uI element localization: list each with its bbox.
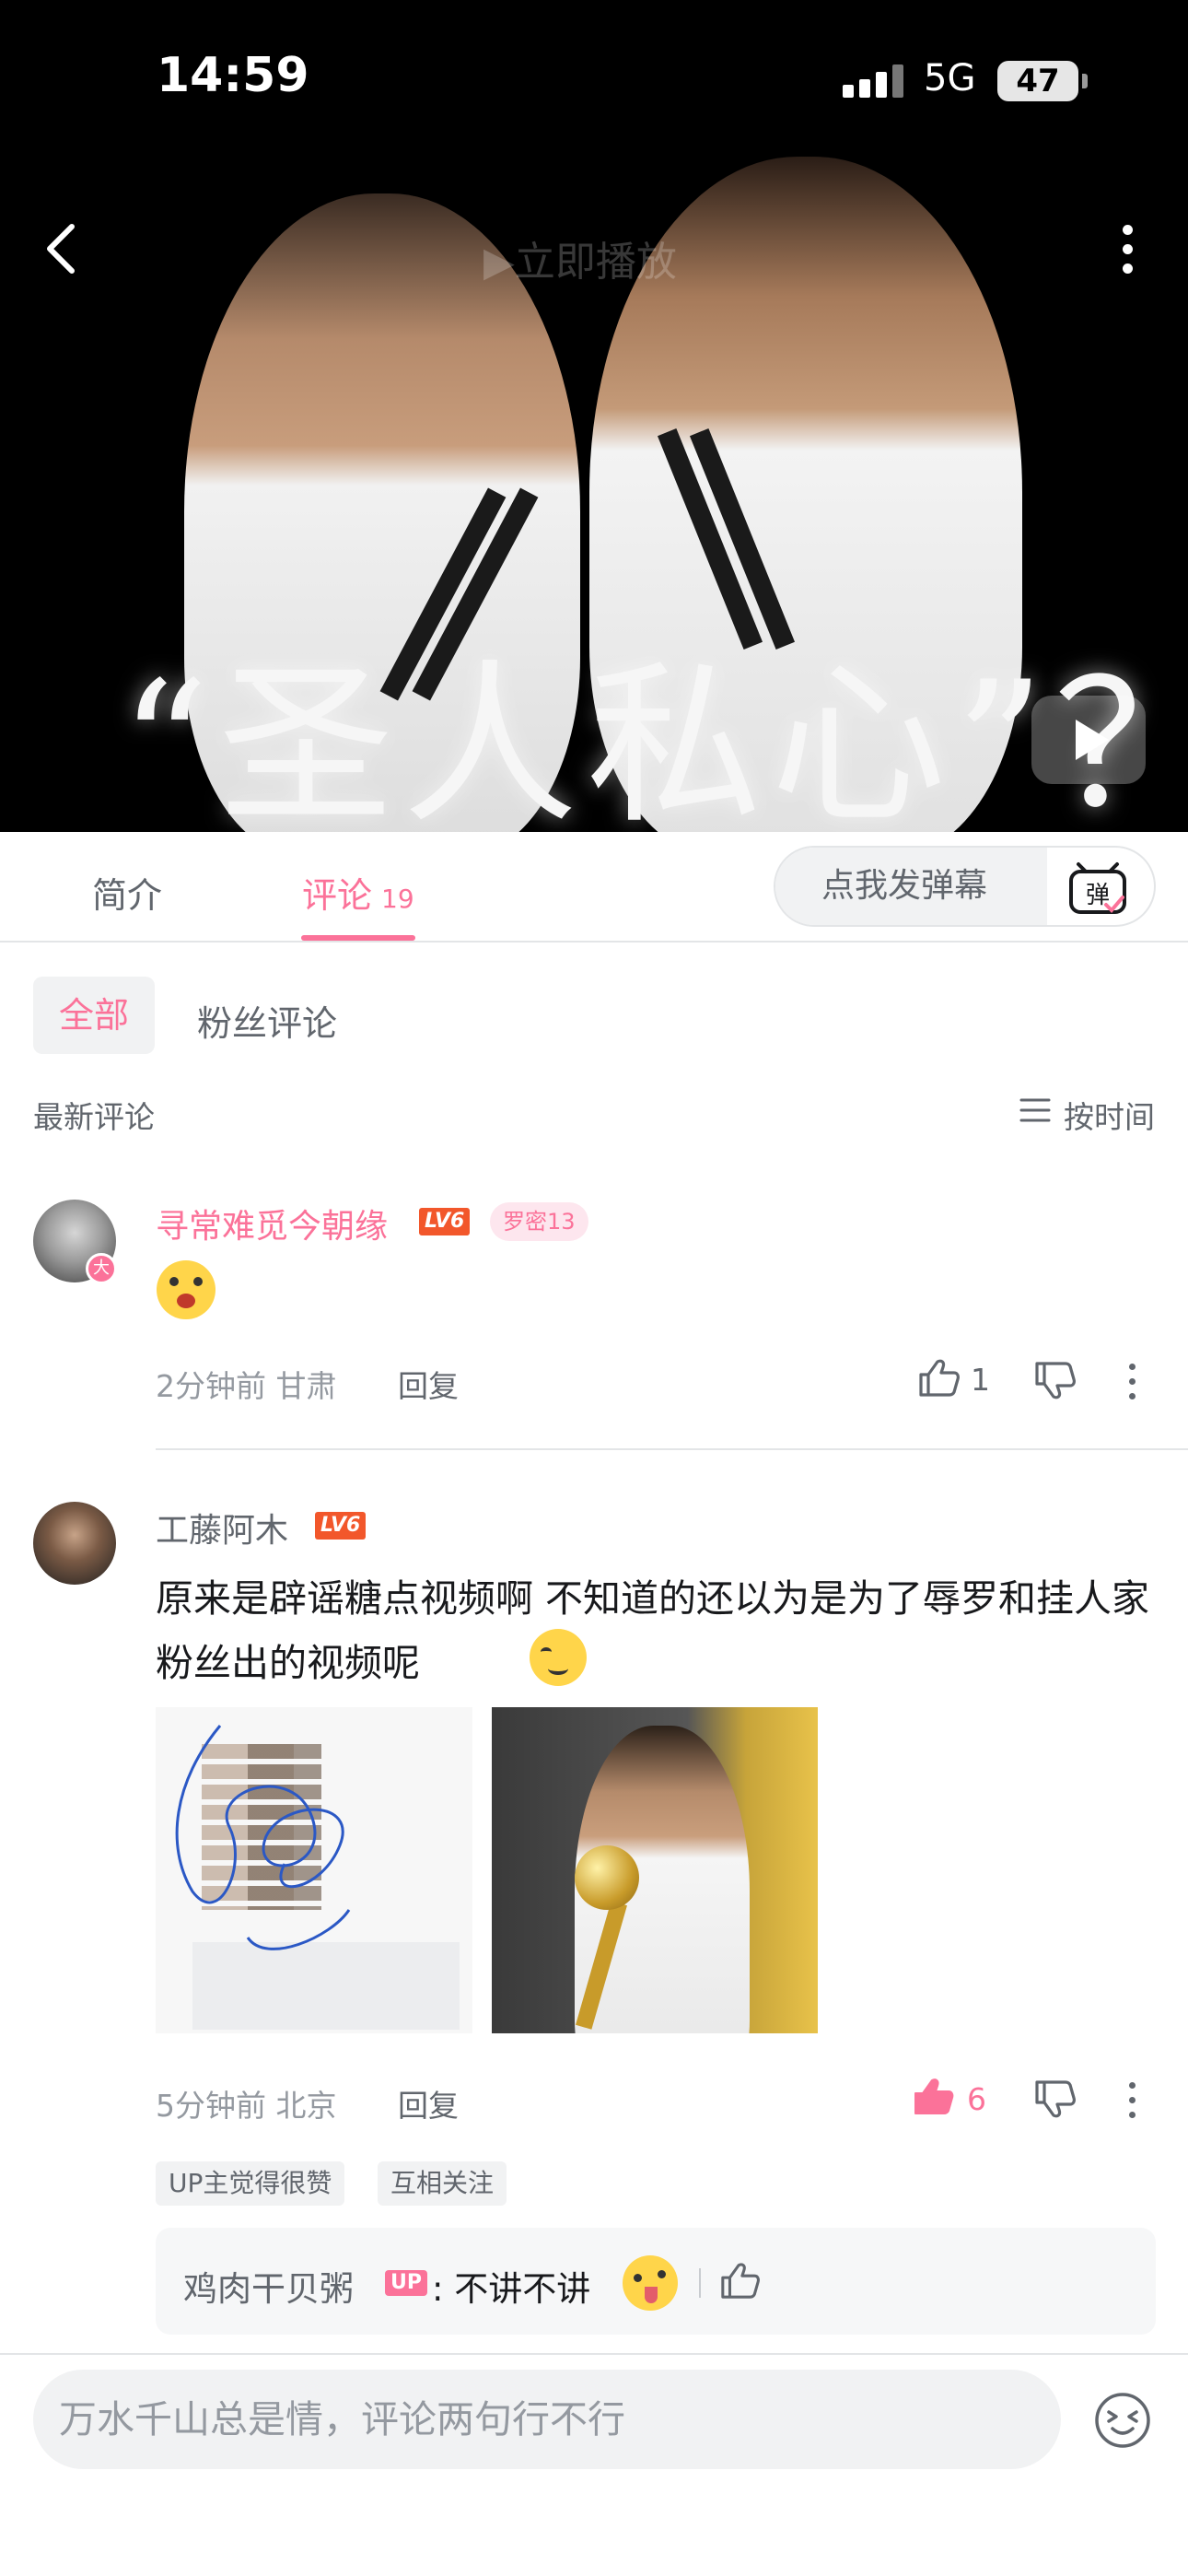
comment-username[interactable]: 工藤阿木 [156, 1504, 288, 1551]
play-now-label[interactable]: ▶立即播放 [483, 228, 677, 287]
active-tab-indicator [301, 935, 415, 941]
sub-reply-username[interactable]: 鸡肉干贝粥 [183, 2261, 354, 2311]
danmaku-icon[interactable]: 弹 [1066, 857, 1130, 918]
comment-meta: 5分钟前 北京 [156, 2088, 337, 2124]
up-badge: UP [385, 2270, 427, 2296]
shocked-emoji-icon [157, 1260, 215, 1319]
mutual-follow-tag: 互相关注 [378, 2161, 507, 2206]
doge-emoji-icon [530, 1629, 587, 1686]
sort-icon[interactable] [1019, 1096, 1051, 1124]
comment-input[interactable]: 万水千山总是情，评论两句行不行 [33, 2370, 1061, 2469]
comment-text: 原来是辟谣糖点视频啊 不知道的还以为是为了辱罗和挂人家粉丝出的视频呢 [156, 1576, 1150, 1685]
fan-medal-badge[interactable]: 罗密13 [490, 1202, 588, 1241]
comment-divider [156, 1448, 1188, 1450]
like-icon[interactable] [719, 2261, 760, 2300]
filter-fans-comments[interactable]: 粉丝评论 [197, 995, 337, 1046]
sort-button[interactable]: 按时间 [1064, 1093, 1155, 1137]
liked-icon[interactable] [912, 2077, 954, 2115]
signal-icon [843, 63, 905, 98]
emoji-icon[interactable] [1094, 2392, 1151, 2449]
status-bar: 14:59 5G 47 [0, 0, 1188, 138]
avatar-badge: 大 [86, 1253, 117, 1284]
tab-intro[interactable]: 简介 [92, 867, 162, 918]
list-heading: 最新评论 [33, 1099, 155, 1135]
video-caption: “圣人私心”？ [120, 644, 1188, 832]
battery-icon: 47 [997, 61, 1088, 101]
network-label: 5G [924, 57, 976, 100]
sub-reply-text: : 不讲不讲 [432, 2269, 591, 2309]
dislike-icon[interactable] [1033, 1362, 1076, 1400]
play-icon[interactable] [1031, 696, 1146, 784]
dislike-icon[interactable] [1033, 2080, 1076, 2119]
comment-more-icon[interactable] [1125, 1364, 1138, 1404]
back-icon[interactable] [41, 221, 81, 276]
comment-image-1[interactable] [156, 1707, 472, 2033]
sub-reply[interactable]: 鸡肉干贝粥 UP : 不讲不讲 [156, 2228, 1156, 2335]
filter-all[interactable]: 全部 [33, 977, 155, 1054]
danmaku-bar[interactable]: 点我发弹幕 弹 [774, 846, 1156, 927]
tab-comments-label: 评论 [302, 875, 373, 916]
more-icon[interactable] [1118, 225, 1136, 280]
comment-meta: 2分钟前 甘肃 [156, 1368, 337, 1404]
level-badge: LV6 [419, 1208, 471, 1235]
like-count: 6 [967, 2081, 986, 2117]
avatar[interactable] [33, 1502, 116, 1585]
sub-reply-separator [699, 2268, 701, 2298]
reply-button[interactable]: 回复 [398, 1362, 459, 1406]
like-count: 1 [971, 1362, 990, 1398]
reply-button[interactable]: 回复 [398, 2081, 459, 2125]
danmaku-input[interactable]: 点我发弹幕 [775, 848, 1047, 925]
up-liked-tag: UP主觉得很赞 [156, 2161, 345, 2206]
video-player[interactable]: ▶立即播放 “圣人私心”？ 14:59 5G 47 [0, 0, 1188, 832]
tab-comments[interactable]: 评论 19 [302, 867, 414, 918]
tongue-emoji-icon [623, 2255, 678, 2311]
level-badge: LV6 [315, 1512, 367, 1540]
like-icon[interactable] [917, 1358, 960, 1397]
comment-count: 19 [381, 884, 414, 914]
comment-more-icon[interactable] [1125, 2082, 1138, 2123]
comment-image-2[interactable] [492, 1707, 818, 2033]
status-time: 14:59 [157, 48, 309, 103]
comment-username[interactable]: 寻常难觅今朝缘 [156, 1200, 388, 1247]
